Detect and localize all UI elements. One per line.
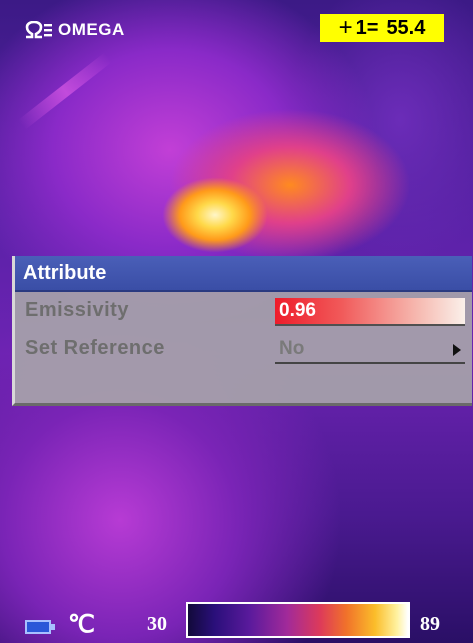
attribute-dialog: Attribute Emissivity 0.96 Set Reference … [12,256,472,406]
thermal-highlight [17,52,113,130]
spot-value: 55.4 [386,16,426,39]
emissivity-row[interactable]: Emissivity 0.96 [15,292,472,330]
scale-min-value: 30 [147,613,167,635]
arrow-right-icon[interactable] [453,344,461,356]
battery-tip [51,624,55,630]
set-reference-field[interactable]: No [275,336,465,364]
spot-temperature-readout: + 1= 55.4 [320,14,444,42]
temperature-unit: ℃ [68,611,95,638]
scale-max-value: 89 [420,613,440,635]
status-bar: ℃ 30 89 [0,600,473,643]
emissivity-label: Emissivity [25,299,129,321]
emissivity-field[interactable]: 0.96 [275,298,465,326]
brand-name: OMEGA [58,20,125,39]
set-reference-row[interactable]: Set Reference No [15,330,472,368]
omega-logo: OMEGA [24,20,125,40]
dialog-title: Attribute [15,256,472,292]
set-reference-label: Set Reference [25,337,165,359]
crosshair-icon: + [338,14,353,41]
omega-logo-icon [25,21,52,39]
set-reference-value: No [279,338,305,359]
color-scale-bar [186,602,410,638]
thermal-image-view: OMEGA + 1= 55.4 Attribute Emissivity 0.9… [0,0,473,643]
battery-icon [25,620,51,634]
spot-label: 1= [355,16,379,39]
